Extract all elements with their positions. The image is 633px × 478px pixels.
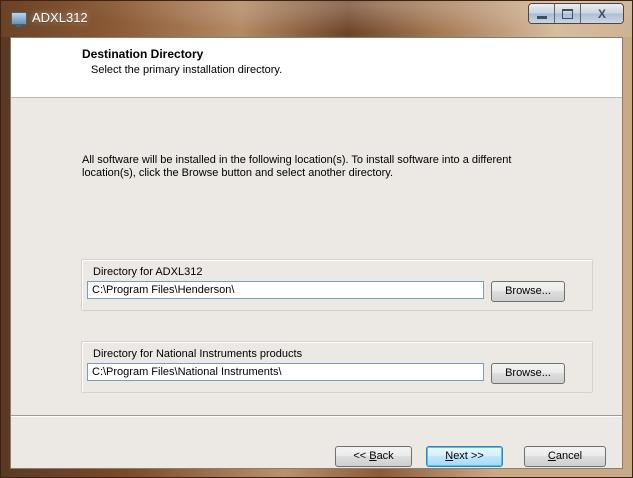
dialog-body: Destination Directory Select the primary… xyxy=(10,37,623,469)
installer-window: ADXL312 X Destination Directory Select t… xyxy=(0,0,633,478)
group-label: Directory for ADXL312 xyxy=(93,266,203,278)
minimize-button[interactable] xyxy=(529,4,555,23)
maximize-button[interactable] xyxy=(555,4,581,23)
next-button[interactable]: Next >> xyxy=(426,446,503,467)
window-title: ADXL312 xyxy=(32,10,88,25)
close-button[interactable]: X xyxy=(581,4,623,23)
cancel-button[interactable]: Cancel xyxy=(524,446,606,467)
instructions-text: All software will be installed in the fo… xyxy=(82,154,512,179)
title-bar[interactable]: ADXL312 X xyxy=(1,1,632,37)
footer-separator xyxy=(11,415,622,417)
cancel-accelerator: C xyxy=(547,450,556,462)
page-title: Destination Directory xyxy=(82,47,204,61)
back-prefix: << xyxy=(353,450,370,462)
app-icon xyxy=(11,12,27,27)
back-button[interactable]: << Back xyxy=(335,446,412,467)
page-subtitle: Select the primary installation director… xyxy=(91,64,283,76)
browse-button-adxl[interactable]: Browse... xyxy=(491,281,565,302)
adxl-directory-field[interactable]: C:\Program Files\Henderson\ xyxy=(87,281,484,299)
close-icon: X xyxy=(597,6,606,21)
maximize-icon xyxy=(562,8,573,19)
ni-directory-field[interactable]: C:\Program Files\National Instruments\ xyxy=(87,363,484,381)
ni-directory-group: Directory for National Instruments produ… xyxy=(81,341,593,393)
adxl-directory-group: Directory for ADXL312 C:\Program Files\H… xyxy=(81,259,593,311)
minimize-icon xyxy=(536,16,547,19)
browse-button-ni[interactable]: Browse... xyxy=(491,363,565,384)
page-header: Destination Directory Select the primary… xyxy=(11,38,622,98)
cancel-label: ancel xyxy=(555,450,583,462)
back-accelerator: B xyxy=(369,450,377,462)
next-accelerator: N xyxy=(445,450,454,462)
next-label: ext >> xyxy=(453,450,484,462)
group-label: Directory for National Instruments produ… xyxy=(93,348,303,360)
back-label: ack xyxy=(376,450,394,462)
window-controls: X xyxy=(528,3,624,24)
